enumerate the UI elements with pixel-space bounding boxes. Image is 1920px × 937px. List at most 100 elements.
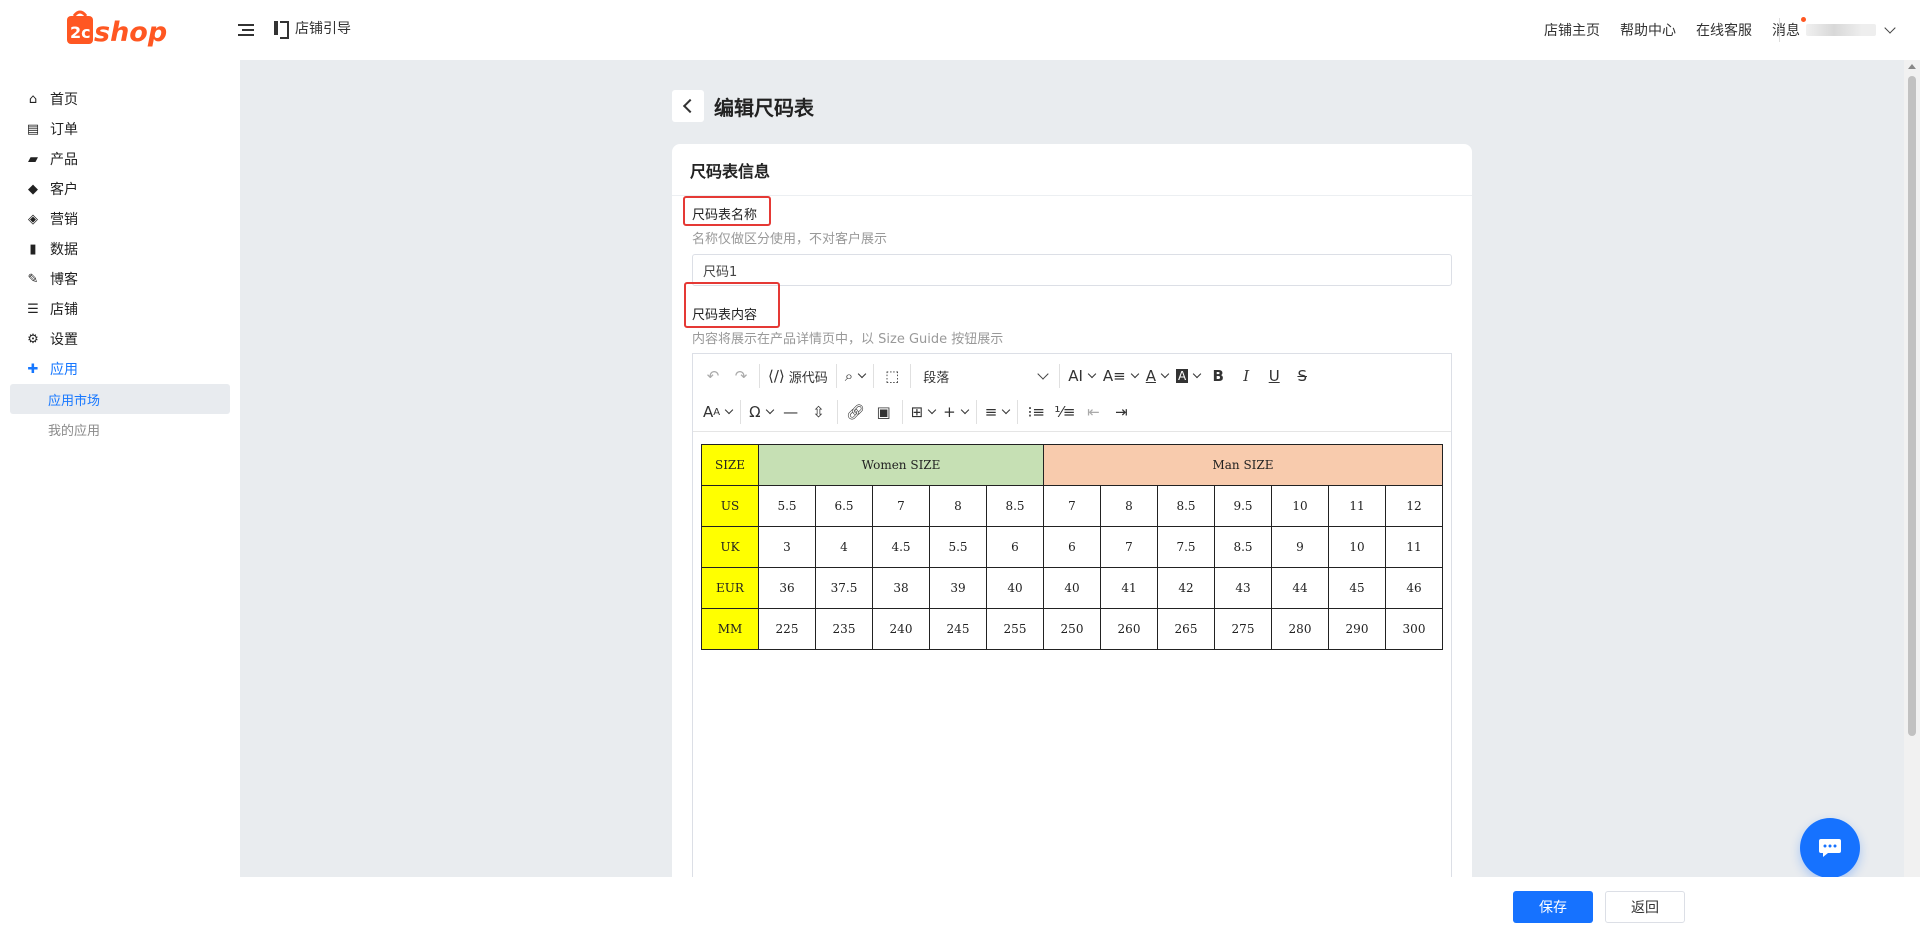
table-cell[interactable]: 245 xyxy=(929,608,987,650)
table-cell[interactable]: 275 xyxy=(1214,608,1272,650)
back-button[interactable] xyxy=(672,90,704,122)
table-cell[interactable]: 6.5 xyxy=(815,485,873,527)
italic-icon[interactable]: I xyxy=(1232,362,1260,390)
link-icon[interactable]: 🔗︎ xyxy=(842,398,870,426)
image-icon[interactable]: ▣ xyxy=(870,398,898,426)
sidebar-item-home[interactable]: ⌂ 首页 xyxy=(0,84,240,114)
editor-content[interactable]: SIZE Women SIZE Man SIZE US 5.5 6.5 7 8 … xyxy=(693,432,1451,662)
table-cell[interactable]: 8.5 xyxy=(986,485,1044,527)
menu-toggle-icon[interactable] xyxy=(236,20,256,40)
background-color-icon[interactable]: A xyxy=(1172,362,1204,390)
bold-icon[interactable]: B xyxy=(1204,362,1232,390)
table-cell[interactable]: 7.5 xyxy=(1157,526,1215,568)
paragraph-format-select[interactable]: 段落 xyxy=(915,362,1055,390)
scroll-up-icon[interactable] xyxy=(1908,64,1916,69)
underline-icon[interactable]: U xyxy=(1260,362,1288,390)
table-cell[interactable]: SIZE xyxy=(701,444,759,486)
table-cell[interactable]: 42 xyxy=(1157,567,1215,609)
sidebar-item-settings[interactable]: ⚙ 设置 xyxy=(0,324,240,354)
table-cell[interactable]: UK xyxy=(701,526,759,568)
user-menu[interactable] xyxy=(1779,18,1896,42)
table-cell[interactable]: 6 xyxy=(1043,526,1101,568)
table-cell[interactable]: 38 xyxy=(872,567,930,609)
table-cell[interactable]: 4 xyxy=(815,526,873,568)
table-cell[interactable]: 41 xyxy=(1100,567,1158,609)
table-cell[interactable]: 7 xyxy=(872,485,930,527)
table-cell[interactable]: 45 xyxy=(1328,567,1386,609)
table-cell[interactable]: 240 xyxy=(872,608,930,650)
bullet-list-icon[interactable]: ⁝≡ xyxy=(1022,398,1050,426)
table-cell[interactable]: 36 xyxy=(758,567,816,609)
table-cell[interactable]: Women SIZE xyxy=(758,444,1044,486)
table-cell[interactable]: 8.5 xyxy=(1214,526,1272,568)
select-all-icon[interactable]: ⬚ xyxy=(878,362,906,390)
sidebar-item-apps[interactable]: ✚ 应用 xyxy=(0,354,240,384)
table-cell[interactable]: 12 xyxy=(1385,485,1443,527)
table-cell[interactable]: 44 xyxy=(1271,567,1329,609)
save-button[interactable]: 保存 xyxy=(1513,891,1593,923)
table-cell[interactable]: 8 xyxy=(1100,485,1158,527)
table-cell[interactable]: 225 xyxy=(758,608,816,650)
table-cell[interactable]: MM xyxy=(701,608,759,650)
table-cell[interactable]: 250 xyxy=(1043,608,1101,650)
table-cell[interactable]: 6 xyxy=(986,526,1044,568)
chat-support-button[interactable] xyxy=(1800,818,1860,878)
table-cell[interactable]: 40 xyxy=(986,567,1044,609)
table-cell[interactable]: 37.5 xyxy=(815,567,873,609)
sidebar-subitem-app-market[interactable]: 应用市场 xyxy=(10,384,230,414)
table-cell[interactable]: 46 xyxy=(1385,567,1443,609)
table-cell[interactable]: 4.5 xyxy=(872,526,930,568)
sidebar-item-data[interactable]: ▮ 数据 xyxy=(0,234,240,264)
table-cell[interactable]: 260 xyxy=(1100,608,1158,650)
table-cell[interactable]: 5.5 xyxy=(929,526,987,568)
table-cell[interactable]: EUR xyxy=(701,567,759,609)
table-cell[interactable]: 10 xyxy=(1328,526,1386,568)
sidebar-item-blog[interactable]: ✎ 博客 xyxy=(0,264,240,294)
indent-icon[interactable]: ⇥ xyxy=(1107,398,1135,426)
table-cell[interactable]: 39 xyxy=(929,567,987,609)
table-cell[interactable]: 8.5 xyxy=(1157,485,1215,527)
table-cell[interactable]: US xyxy=(701,485,759,527)
outdent-icon[interactable]: ⇤ xyxy=(1079,398,1107,426)
font-family-icon[interactable]: AA xyxy=(699,398,736,426)
size-chart-name-input[interactable] xyxy=(692,254,1452,286)
redo-icon[interactable]: ↷ xyxy=(727,362,755,390)
sidebar-item-orders[interactable]: ▤ 订单 xyxy=(0,114,240,144)
undo-icon[interactable]: ↶ xyxy=(699,362,727,390)
table-cell[interactable]: 265 xyxy=(1157,608,1215,650)
insert-plus-icon[interactable]: + xyxy=(939,398,972,426)
table-cell[interactable]: 300 xyxy=(1385,608,1443,650)
table-cell[interactable]: 235 xyxy=(815,608,873,650)
font-size-icon[interactable]: AI xyxy=(1064,362,1099,390)
table-cell[interactable]: 43 xyxy=(1214,567,1272,609)
strikethrough-icon[interactable]: S xyxy=(1288,362,1316,390)
sidebar-item-products[interactable]: ▰ 产品 xyxy=(0,144,240,174)
table-cell[interactable]: 11 xyxy=(1328,485,1386,527)
table-cell[interactable]: 7 xyxy=(1043,485,1101,527)
table-cell[interactable]: 255 xyxy=(986,608,1044,650)
table-cell[interactable]: 3 xyxy=(758,526,816,568)
page-break-icon[interactable]: ⇳ xyxy=(805,398,833,426)
table-cell[interactable]: 290 xyxy=(1328,608,1386,650)
table-cell[interactable]: 5.5 xyxy=(758,485,816,527)
sidebar-item-marketing[interactable]: ◈ 营销 xyxy=(0,204,240,234)
align-icon[interactable]: ≡ xyxy=(981,398,1014,426)
horizontal-rule-icon[interactable]: — xyxy=(777,398,805,426)
line-height-icon[interactable]: A≡ xyxy=(1099,362,1142,390)
online-service-link[interactable]: 在线客服 xyxy=(1696,20,1752,40)
help-center-link[interactable]: 帮助中心 xyxy=(1620,20,1676,40)
app-logo[interactable]: 2c shop xyxy=(66,10,174,50)
special-char-icon[interactable]: Ω xyxy=(745,398,776,426)
table-cell[interactable]: 10 xyxy=(1271,485,1329,527)
table-cell[interactable]: 8 xyxy=(929,485,987,527)
find-replace-icon[interactable]: ⌕ xyxy=(841,362,869,390)
store-home-link[interactable]: 店铺主页 xyxy=(1544,20,1600,40)
numbered-list-icon[interactable]: ⅟≡ xyxy=(1050,398,1079,426)
store-guide-link[interactable]: 店铺引导 xyxy=(274,18,351,39)
table-cell[interactable]: 9.5 xyxy=(1214,485,1272,527)
table-cell[interactable]: 40 xyxy=(1043,567,1101,609)
table-cell[interactable]: 280 xyxy=(1271,608,1329,650)
table-icon[interactable]: ⊞ xyxy=(907,398,940,426)
table-cell[interactable]: 9 xyxy=(1271,526,1329,568)
table-cell[interactable]: 7 xyxy=(1100,526,1158,568)
